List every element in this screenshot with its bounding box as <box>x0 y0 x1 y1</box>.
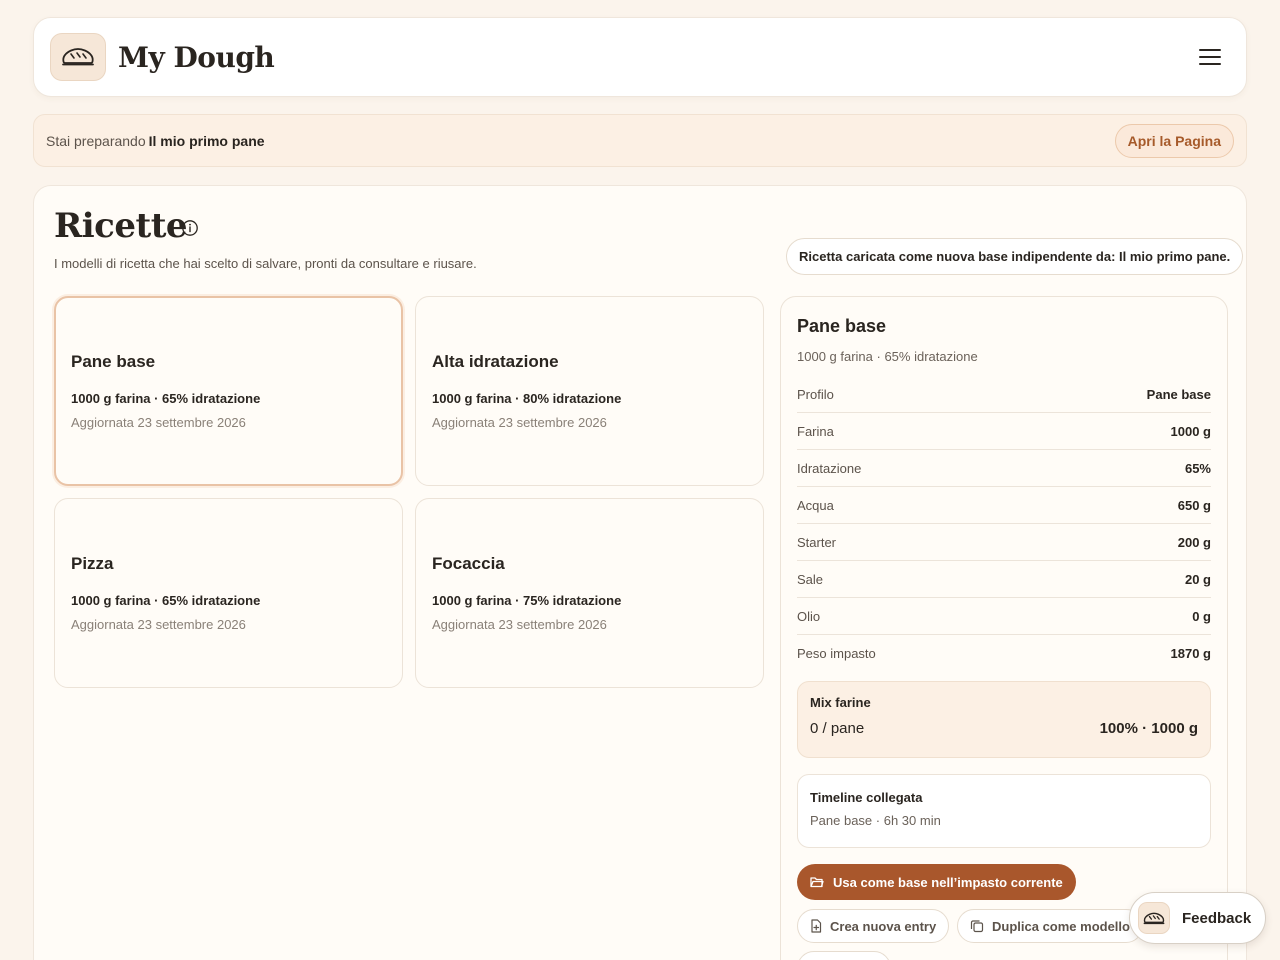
create-entry-button[interactable]: Crea nuova entry <box>797 909 950 943</box>
detail-row-label: Profilo <box>797 386 834 402</box>
recipe-card-alta-idratazione[interactable]: Alta idratazione 1000 g farina · 80% idr… <box>415 296 764 486</box>
detail-subtitle: 1000 g farina · 65% idratazione <box>797 349 978 364</box>
detail-row-value: 1870 g <box>1170 646 1211 661</box>
menu-button[interactable] <box>1190 37 1230 77</box>
detail-title: Pane base <box>797 316 887 336</box>
flour-mix-amount: 100% · 1000 g <box>1099 720 1198 737</box>
detail-row: Olio 0 g <box>797 598 1211 635</box>
recipe-card-date: Aggiornata 23 settembre 2026 <box>71 415 246 430</box>
file-plus-icon <box>811 919 822 933</box>
detail-row-label: Idratazione <box>797 460 862 476</box>
recipe-card-date: Aggiornata 23 settembre 2026 <box>432 415 607 430</box>
recipe-card-meta: 1000 g farina · 65% idratazione <box>71 391 261 406</box>
detail-row-label: Farina <box>797 423 834 439</box>
detail-row: Sale 20 g <box>797 561 1211 598</box>
duplicate-template-button[interactable]: Duplica come modello <box>957 909 1143 943</box>
recipe-detail-panel: Pane base 1000 g farina · 65% idratazion… <box>780 296 1228 960</box>
create-entry-label: Crea nuova entry <box>830 918 937 934</box>
current-dough-bar: Stai preparando Il mio primo pane Apri l… <box>33 114 1247 167</box>
prep-recipe-name: Il mio primo pane <box>148 132 265 149</box>
detail-row-label: Sale <box>797 571 824 587</box>
detail-row-label: Peso impasto <box>797 646 876 661</box>
detail-row: Farina 1000 g <box>797 413 1211 450</box>
copy-icon <box>970 920 984 933</box>
detail-row-value: 65% <box>1184 460 1211 476</box>
recipe-card-pane-base[interactable]: Pane base 1000 g farina · 65% idratazion… <box>54 296 403 486</box>
recipe-card-title: Focaccia <box>432 554 505 573</box>
recipe-card-meta: 1000 g farina · 75% idratazione <box>432 593 622 608</box>
recipe-card-pizza[interactable]: Pizza 1000 g farina · 65% idratazione Ag… <box>54 498 403 688</box>
timeline-summary: Pane base · 6h 30 min <box>810 813 941 828</box>
recipe-card-title: Pane base <box>71 352 156 371</box>
detail-row-value: 20 g <box>1184 571 1211 587</box>
detail-row: Profilo Pane base <box>797 376 1211 413</box>
detail-row: Idratazione 65% <box>797 450 1211 487</box>
recipe-card-focaccia[interactable]: Focaccia 1000 g farina · 75% idratazione… <box>415 498 764 688</box>
detail-row-label: Olio <box>797 608 821 624</box>
prep-prefix: Stai preparando <box>46 132 146 149</box>
detail-row-label: Starter <box>797 534 837 550</box>
use-as-base-button[interactable]: Usa come base nell’impasto corrente <box>797 864 1076 900</box>
detail-row: Peso impasto 1870 g <box>797 635 1211 672</box>
page-subtitle: I modelli di ricetta che hai scelto di s… <box>54 256 477 271</box>
app-header: My Dough <box>33 17 1247 97</box>
recipe-card-meta: 1000 g farina · 80% idratazione <box>432 391 622 406</box>
info-icon[interactable] <box>181 219 199 237</box>
open-page-button[interactable]: Apri la Pagina <box>1114 123 1234 158</box>
detail-row-label: Acqua <box>797 497 834 513</box>
hamburger-menu-icon <box>1199 49 1221 51</box>
feedback-logo <box>1138 902 1170 934</box>
use-as-base-label: Usa come base nell’impasto corrente <box>833 874 1063 890</box>
bread-icon <box>1143 912 1165 924</box>
flour-mix-box: Mix farine 0 / pane 100% · 1000 g <box>797 681 1211 758</box>
detail-row-value: Pane base <box>1146 386 1211 402</box>
folder-open-icon <box>810 877 824 888</box>
feedback-label: Feedback <box>1182 909 1252 927</box>
bread-icon <box>62 48 94 66</box>
detail-row-value: 0 g <box>1192 608 1211 624</box>
recipes-panel: Ricette I modelli di ricetta che hai sce… <box>33 185 1247 960</box>
recipe-card-date: Aggiornata 23 settembre 2026 <box>71 617 246 632</box>
recipe-card-title: Alta idratazione <box>432 352 559 371</box>
linked-timeline-box: Timeline collegata Pane base · 6h 30 min <box>797 774 1211 848</box>
detail-row-value: 1000 g <box>1170 423 1211 439</box>
detail-row: Starter 200 g <box>797 524 1211 561</box>
flour-mix-name: 0 / pane <box>810 720 865 737</box>
recipe-card-title: Pizza <box>71 554 114 573</box>
feedback-button[interactable]: Feedback <box>1129 892 1267 944</box>
status-toast: Ricetta caricata come nuova base indipen… <box>786 238 1244 275</box>
logo[interactable] <box>50 33 106 81</box>
detail-row-value: 650 g <box>1177 497 1211 513</box>
detail-row-value: 200 g <box>1177 534 1211 550</box>
detail-rows: Profilo Pane base Farina 1000 g Idratazion… <box>797 376 1211 672</box>
more-action-button[interactable] <box>797 951 891 960</box>
page-title: Ricette <box>54 206 188 246</box>
recipe-card-date: Aggiornata 23 settembre 2026 <box>432 617 607 632</box>
detail-row: Acqua 650 g <box>797 487 1211 524</box>
recipe-card-meta: 1000 g farina · 65% idratazione <box>71 593 261 608</box>
flour-mix-title: Mix farine <box>810 695 871 710</box>
duplicate-template-label: Duplica come modello <box>992 918 1130 934</box>
brand-name: My Dough <box>118 40 275 74</box>
timeline-title: Timeline collegata <box>810 790 923 805</box>
